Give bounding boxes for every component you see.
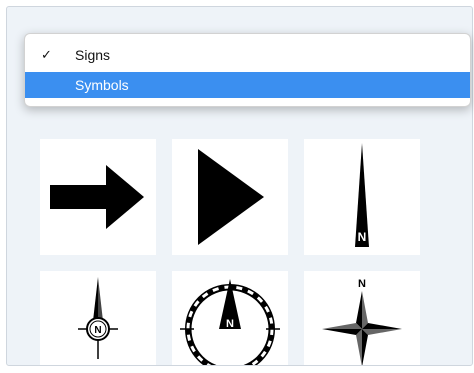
symbol-tile-north-needle[interactable]: N bbox=[304, 139, 420, 255]
needle-north-label: N bbox=[358, 230, 367, 244]
symbol-tile-compass-star[interactable]: N bbox=[304, 271, 420, 365]
star-north-label: N bbox=[358, 278, 366, 290]
symbol-tile-compass-dial[interactable]: N bbox=[172, 271, 288, 365]
compass-dial-icon: N bbox=[180, 279, 280, 365]
north-needle-icon: N bbox=[355, 143, 369, 247]
symbol-tile-right-arrow[interactable] bbox=[40, 139, 156, 255]
menu-item-signs[interactable]: ✓ Signs bbox=[25, 43, 470, 67]
dial-north-label: N bbox=[226, 318, 234, 330]
north-circle-icon: N bbox=[78, 277, 118, 359]
menu-item-symbols-label: Symbols bbox=[75, 77, 129, 93]
compass-star-icon: N bbox=[322, 278, 402, 365]
right-arrow-icon bbox=[50, 165, 144, 229]
symbol-tile-north-circle[interactable]: N bbox=[40, 271, 156, 365]
menu-item-symbols[interactable]: Symbols bbox=[25, 72, 470, 98]
circle-north-label: N bbox=[94, 325, 101, 336]
menu-item-signs-label: Signs bbox=[75, 47, 111, 63]
triangle-right-icon bbox=[198, 149, 264, 245]
category-dropdown-menu[interactable]: ✓ Signs Symbols bbox=[24, 33, 471, 107]
checkmark-icon: ✓ bbox=[41, 47, 52, 62]
symbol-tile-play-triangle[interactable] bbox=[172, 139, 288, 255]
